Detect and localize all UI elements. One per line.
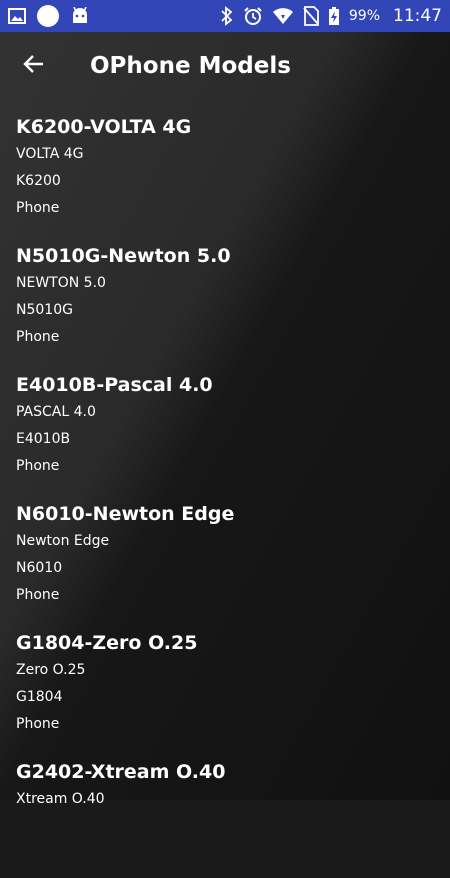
status-bar: 99% 11:47 [0, 0, 450, 32]
list-item[interactable]: N5010G-Newton 5.0 NEWTON 5.0 N5010G Phon… [0, 233, 450, 362]
model-code: K6200 [16, 173, 61, 189]
model-name: NEWTON 5.0 [16, 275, 106, 291]
model-name: Newton Edge [16, 533, 110, 549]
list-item[interactable]: K6200-VOLTA 4G VOLTA 4G K6200 Phone [0, 104, 450, 233]
image-icon [8, 7, 26, 25]
page-title: OPhone Models [90, 53, 291, 79]
model-title: N5010G-Newton 5.0 [16, 245, 231, 267]
battery-charging-icon [328, 6, 340, 26]
arrow-back-icon [22, 52, 46, 80]
list-item[interactable]: G2402-Xtream O.40 Xtream O.40 [0, 749, 450, 878]
clock: 11:47 [393, 6, 442, 26]
model-name: VOLTA 4G [16, 146, 84, 162]
model-type: Phone [16, 716, 60, 732]
list-item[interactable]: G1804-Zero O.25 Zero O.25 G1804 Phone [0, 620, 450, 749]
model-title: N6010-Newton Edge [16, 503, 235, 525]
model-code: E4010B [16, 431, 71, 447]
model-type: Phone [16, 458, 60, 474]
model-name: Xtream O.40 [16, 791, 105, 807]
battery-percent: 99% [348, 8, 380, 24]
no-sim-icon [303, 6, 319, 26]
model-type: Phone [16, 587, 60, 603]
model-name: PASCAL 4.0 [16, 404, 96, 420]
bluetooth-icon [220, 6, 234, 26]
android-icon [70, 7, 90, 25]
app-bar: OPhone Models [0, 32, 450, 100]
model-code: G1804 [16, 689, 63, 705]
alarm-icon [243, 6, 263, 26]
model-title: E4010B-Pascal 4.0 [16, 374, 213, 396]
list-item[interactable]: E4010B-Pascal 4.0 PASCAL 4.0 E4010B Phon… [0, 362, 450, 491]
models-list[interactable]: K6200-VOLTA 4G VOLTA 4G K6200 Phone N501… [0, 104, 450, 878]
model-title: G2402-Xtream O.40 [16, 761, 226, 783]
circle-icon [36, 4, 60, 28]
model-title: K6200-VOLTA 4G [16, 116, 192, 138]
list-item[interactable]: N6010-Newton Edge Newton Edge N6010 Phon… [0, 491, 450, 620]
model-title: G1804-Zero O.25 [16, 632, 198, 654]
model-name: Zero O.25 [16, 662, 86, 678]
wifi-icon [272, 7, 294, 25]
model-code: N6010 [16, 560, 63, 576]
model-type: Phone [16, 200, 60, 216]
model-type: Phone [16, 329, 60, 345]
model-code: N5010G [16, 302, 73, 318]
back-button[interactable] [14, 46, 54, 86]
